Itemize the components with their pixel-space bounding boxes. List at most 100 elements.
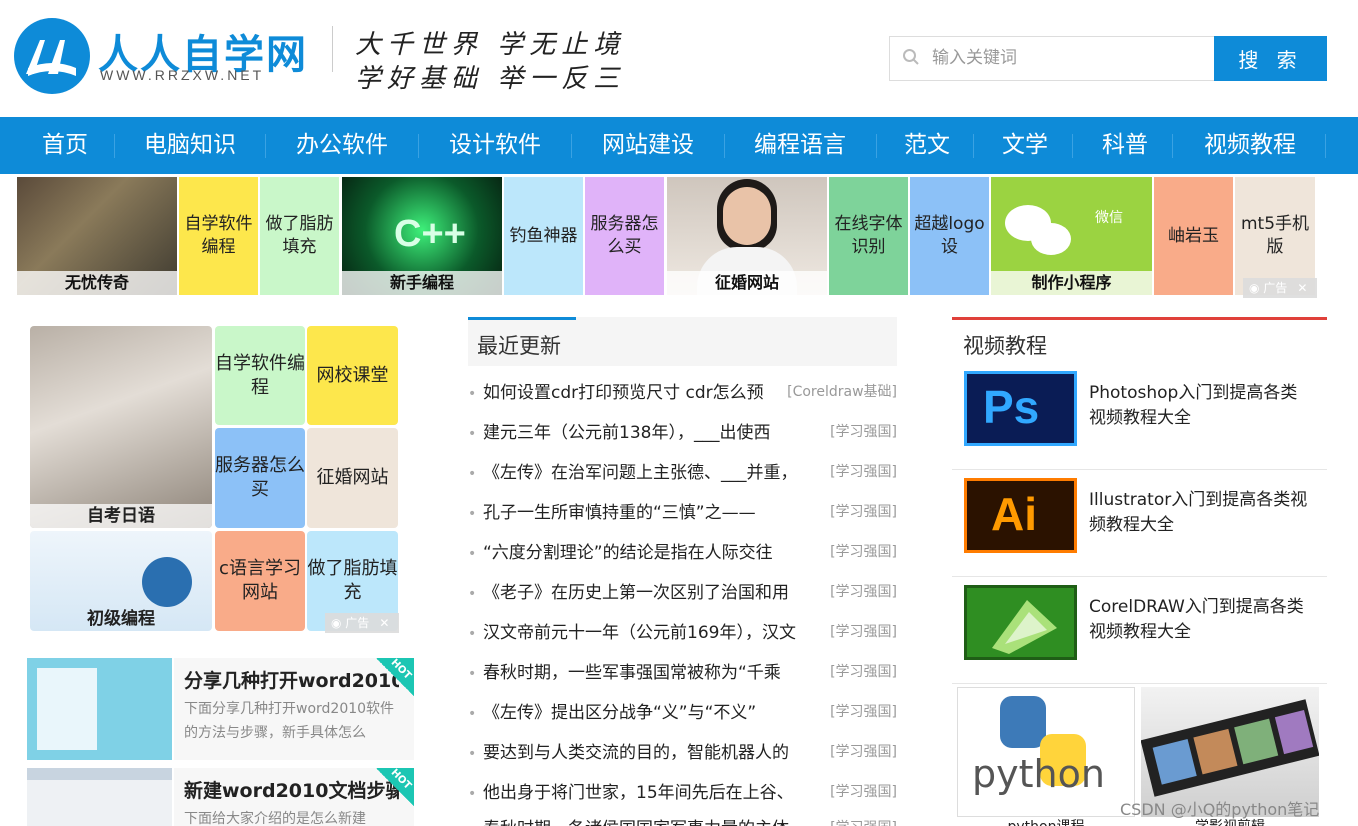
close-icon[interactable]: ✕	[379, 616, 389, 630]
python-logo-blue	[1000, 696, 1046, 748]
article-title[interactable]: 新建word2010文档步骤	[184, 776, 399, 803]
ad-tile[interactable]: 在线字体识别	[829, 177, 908, 295]
ad-badge-label: 广告	[1263, 281, 1288, 295]
film-frame	[1152, 738, 1197, 785]
video-item[interactable]: Ai Illustrator入门到提高各类视频教程大全	[952, 470, 1327, 577]
left-tile[interactable]: 自学软件编程	[215, 326, 305, 425]
news-item[interactable]: • 孔子一生所审慎持重的“三慎”之—— [学习强国]	[468, 496, 897, 536]
news-item[interactable]: • “六度分割理论”的结论是指在人际交往 [学习强国]	[468, 536, 897, 576]
ad-tile[interactable]: 钓鱼神器	[504, 177, 583, 295]
news-category[interactable]: [学习强国]	[830, 621, 897, 641]
recent-title: 最近更新	[477, 334, 561, 358]
news-title[interactable]: 如何设置cdr打印预览尺寸 cdr怎么预	[483, 378, 813, 403]
ad-tile[interactable]: 做了脂肪填充	[260, 177, 339, 295]
coreldraw-pen-icon	[992, 600, 1057, 654]
news-category[interactable]: [学习强国]	[830, 581, 897, 601]
news-title[interactable]: 春秋时期，一些军事强国常被称为“千乘	[483, 658, 813, 683]
nav-separator	[265, 134, 266, 158]
bullet-icon: •	[468, 546, 477, 562]
nav-item-office[interactable]: 办公软件	[277, 117, 407, 174]
left-tile[interactable]: 网校课堂	[307, 326, 398, 425]
nav-item-essay[interactable]: 范文	[887, 117, 967, 174]
news-title[interactable]: 春秋时期，各诸侯国国家军事力量的主体	[483, 814, 813, 826]
left-tile[interactable]: 征婚网站	[307, 428, 398, 528]
person-face	[723, 187, 771, 245]
search-input[interactable]	[932, 38, 1202, 78]
python-course-image[interactable]: python	[957, 687, 1135, 817]
news-category[interactable]: [学习强国]	[830, 461, 897, 481]
nav-item-web[interactable]: 网站建设	[583, 117, 713, 174]
news-item[interactable]: • 《左传》提出区分战争“义”与“不义” [学习强国]	[468, 696, 897, 736]
bullet-icon: •	[468, 586, 477, 602]
news-category[interactable]: [学习强国]	[830, 501, 897, 521]
ad-tile-dating[interactable]: 征婚网站	[667, 177, 827, 295]
ad-tile[interactable]: 超越logo设	[910, 177, 989, 295]
left-tile[interactable]: c语言学习网站	[215, 531, 305, 631]
nav-item-home[interactable]: 首页	[20, 117, 110, 174]
ad-tile[interactable]: 自学软件编程	[179, 177, 258, 295]
news-title[interactable]: 《左传》在治军问题上主张德、___并重，	[483, 458, 813, 483]
news-item[interactable]: • 建元三年（公元前138年），___出使西 [学习强国]	[468, 416, 897, 456]
news-title[interactable]: 建元三年（公元前138年），___出使西	[483, 418, 813, 443]
ad-tile-miniprogram[interactable]: 微信 制作小程序	[991, 177, 1152, 295]
news-category[interactable]: [学习强国]	[830, 781, 897, 801]
news-title[interactable]: 《老子》在历史上第一次区别了治国和用	[483, 578, 813, 603]
video-item-title[interactable]: CorelDRAW入门到提高各类视频教程大全	[1089, 595, 1314, 645]
ad-tile[interactable]: 服务器怎么买	[585, 177, 664, 295]
nav-item-video[interactable]: 视频教程	[1185, 117, 1315, 174]
ad-badge[interactable]: ◉ 广告 ✕	[1243, 278, 1317, 298]
video-item-title[interactable]: Illustrator入门到提高各类视频教程大全	[1089, 488, 1314, 538]
video-item[interactable]: CorelDRAW入门到提高各类视频教程大全	[952, 577, 1327, 684]
left-tile-coding[interactable]: 初级编程	[30, 531, 212, 631]
nav-item-literature[interactable]: 文学	[985, 117, 1065, 174]
left-tile-caption: 自考日语	[30, 504, 212, 528]
avatar	[142, 557, 192, 607]
news-item[interactable]: • 《左传》在治军问题上主张德、___并重， [学习强国]	[468, 456, 897, 496]
news-item[interactable]: • 他出身于将门世家，15年间先后在上谷、 [学习强国]	[468, 776, 897, 816]
search-button[interactable]: 搜 索	[1214, 36, 1327, 81]
article-thumbnail[interactable]	[27, 658, 172, 760]
nav-item-programming[interactable]: 编程语言	[735, 117, 865, 174]
news-category[interactable]: [学习强国]	[830, 421, 897, 441]
video-item[interactable]: Ps Photoshop入门到提高各类视频教程大全	[952, 363, 1327, 470]
nav-item-computer[interactable]: 电脑知识	[125, 117, 255, 174]
news-category[interactable]: [学习强国]	[830, 741, 897, 761]
ad-tile[interactable]: 岫岩玉	[1154, 177, 1233, 295]
news-category[interactable]: [学习强国]	[830, 541, 897, 561]
hot-badge: HOT	[376, 657, 414, 696]
video-item-title[interactable]: Photoshop入门到提高各类视频教程大全	[1089, 381, 1314, 431]
nav-item-design[interactable]: 设计软件	[430, 117, 560, 174]
news-item[interactable]: • 《老子》在历史上第一次区别了治国和用 [学习强国]	[468, 576, 897, 616]
ad-tile-game[interactable]: 无忧传奇	[17, 177, 177, 295]
logo-icon[interactable]	[14, 18, 90, 94]
left-tile-classroom[interactable]: 自考日语	[30, 326, 212, 528]
news-category[interactable]: [学习强国]	[830, 817, 897, 826]
left-tile[interactable]: 服务器怎么买	[215, 428, 305, 528]
close-icon[interactable]: ✕	[1297, 281, 1307, 295]
news-item[interactable]: • 春秋时期，一些军事强国常被称为“千乘 [学习强国]	[468, 656, 897, 696]
left-tile-caption: 初级编程	[87, 609, 155, 629]
ad-badge-label: 广告	[345, 616, 370, 630]
news-title[interactable]: 要达到与人类交流的目的，智能机器人的	[483, 738, 813, 763]
nav-item-science[interactable]: 科普	[1085, 117, 1165, 174]
logo-url: WWW.RRZXW.NET	[100, 67, 265, 83]
article-thumbnail[interactable]	[27, 768, 172, 826]
news-title[interactable]: 孔子一生所审慎持重的“三慎”之——	[483, 498, 813, 523]
news-category[interactable]: [学习强国]	[830, 661, 897, 681]
news-title[interactable]: “六度分割理论”的结论是指在人际交往	[483, 538, 813, 563]
news-category[interactable]: [学习强国]	[830, 701, 897, 721]
news-item[interactable]: • 春秋时期，各诸侯国国家军事力量的主体 [学习强国]	[468, 812, 897, 826]
news-item[interactable]: • 要达到与人类交流的目的，智能机器人的 [学习强国]	[468, 736, 897, 776]
news-title[interactable]: 汉文帝前元十一年（公元前169年），汉文	[483, 618, 813, 643]
news-title[interactable]: 《左传》提出区分战争“义”与“不义”	[483, 698, 813, 723]
ad-tile-cpp[interactable]: C++ 新手编程	[342, 177, 502, 295]
coreldraw-icon	[964, 585, 1077, 660]
news-item[interactable]: • 汉文帝前元十一年（公元前169年），汉文 [学习强国]	[468, 616, 897, 656]
news-item[interactable]: • 如何设置cdr打印预览尺寸 cdr怎么预 [Coreldraw基础]	[468, 376, 897, 416]
article-title[interactable]: 分享几种打开word2010	[184, 666, 399, 693]
ad-badge[interactable]: ◉ 广告 ✕	[325, 613, 399, 633]
python-course-label[interactable]: python课程	[957, 816, 1135, 826]
news-title[interactable]: 他出身于将门世家，15年间先后在上谷、	[483, 778, 813, 803]
news-category[interactable]: [Coreldraw基础]	[787, 381, 897, 401]
film-frame	[1274, 709, 1314, 755]
